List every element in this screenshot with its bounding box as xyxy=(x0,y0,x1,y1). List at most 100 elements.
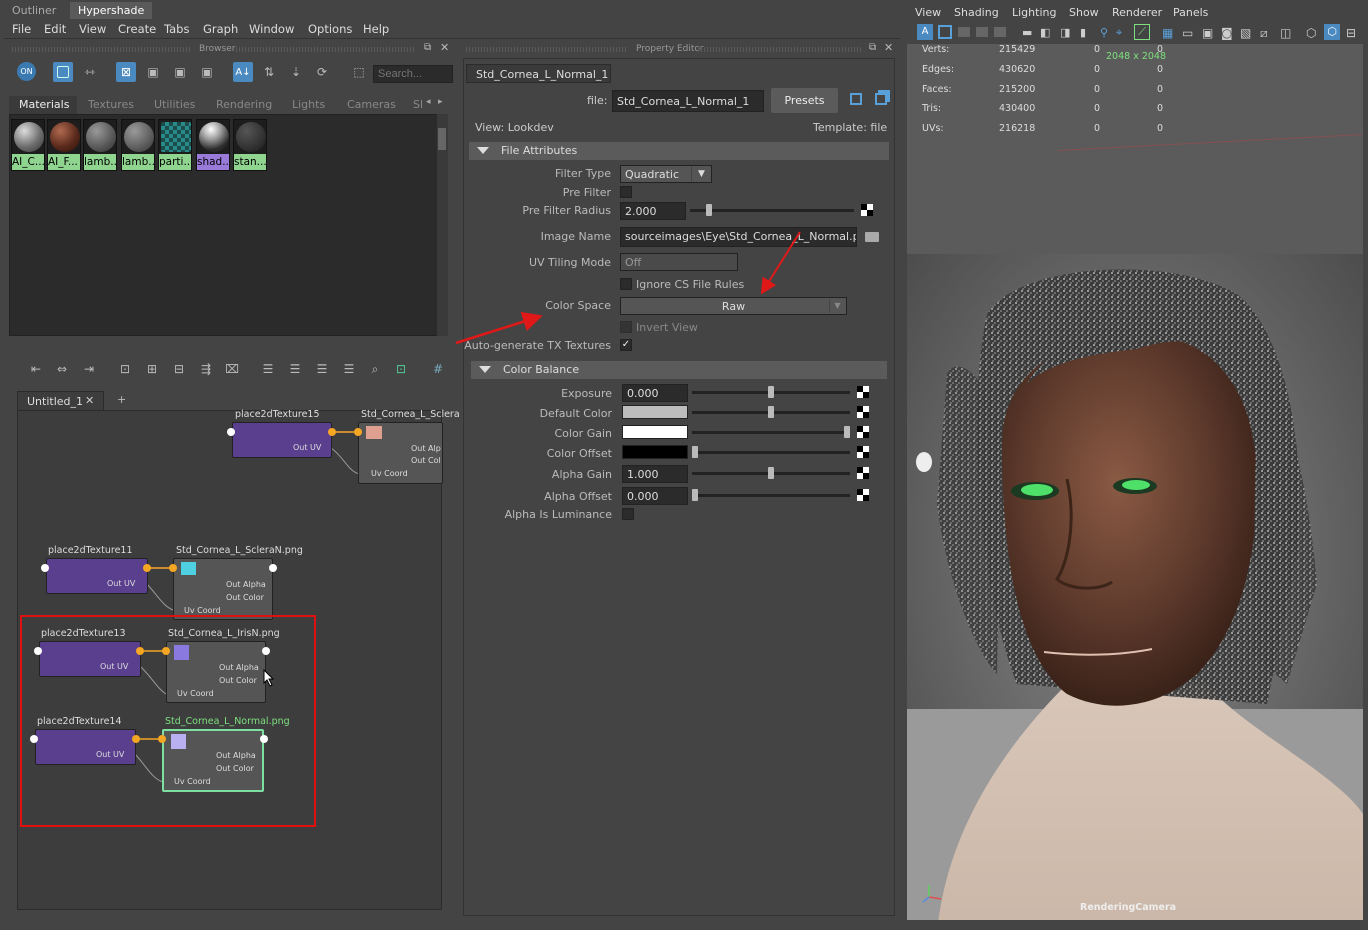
tab-cameras[interactable]: Cameras xyxy=(347,98,396,111)
folder-icon[interactable] xyxy=(865,232,879,242)
connected-mode-icon[interactable]: ☰ xyxy=(285,359,305,379)
slider-knob[interactable] xyxy=(768,406,774,418)
add-selected-icon[interactable]: ⊞ xyxy=(142,359,162,379)
search-icon[interactable]: ⌕ xyxy=(365,359,385,379)
pe-drag-bar-right[interactable] xyxy=(698,47,863,52)
tab-rendering[interactable]: Rendering xyxy=(216,98,272,111)
node-file-sclera-normal[interactable]: Out Alpha Out Color Uv Coord xyxy=(173,558,273,620)
slider-knob[interactable] xyxy=(768,467,774,479)
copy-tab-icon[interactable] xyxy=(875,93,887,105)
focus-icon[interactable] xyxy=(850,93,862,105)
film-gate-icon[interactable]: ▬ xyxy=(1022,26,1032,39)
close-tab-icon[interactable]: ✕ xyxy=(85,394,94,407)
wireframe-icon[interactable]: ⟋ xyxy=(1134,24,1150,40)
menu-file[interactable]: File xyxy=(12,22,31,36)
node-output-port[interactable] xyxy=(143,564,151,572)
material-swatch[interactable]: shad... xyxy=(196,119,230,171)
vp-menu-renderer[interactable]: Renderer xyxy=(1112,6,1162,19)
browser-drag-bar[interactable] xyxy=(12,47,192,52)
menu-create[interactable]: Create xyxy=(118,22,156,36)
io-connections-icon[interactable]: ⇔ xyxy=(52,359,72,379)
color-gain-swatch[interactable] xyxy=(622,425,688,439)
isolate-icon[interactable]: ◫ xyxy=(1280,26,1291,40)
map-button-icon[interactable] xyxy=(857,489,869,501)
xray-icon[interactable]: ⬡ xyxy=(1306,26,1316,40)
menu-help[interactable]: Help xyxy=(363,22,389,36)
vp-menu-view[interactable]: View xyxy=(915,6,941,19)
menu-tabs[interactable]: Tabs xyxy=(164,22,189,36)
tab-materials[interactable]: Materials xyxy=(19,98,69,111)
remove-selected-icon[interactable]: ⊟ xyxy=(169,359,189,379)
safe-action-icon[interactable]: ⚲ xyxy=(1100,26,1108,39)
node-input-port[interactable] xyxy=(41,564,49,572)
medium-swatch-icon[interactable]: ▣ xyxy=(143,62,163,82)
node-input-port[interactable] xyxy=(169,564,177,572)
view-as-icons-icon[interactable] xyxy=(53,62,73,82)
menu-options[interactable]: Options xyxy=(308,22,352,36)
vp-menu-panels[interactable]: Panels xyxy=(1173,6,1208,19)
material-swatch[interactable]: lamb... xyxy=(83,119,117,171)
map-button-icon[interactable] xyxy=(861,204,873,216)
tab-overflow[interactable]: Sl xyxy=(413,98,423,111)
scrollbar-thumb[interactable] xyxy=(438,128,446,150)
map-button-icon[interactable] xyxy=(857,426,869,438)
alpha-offset-slider[interactable] xyxy=(692,494,850,497)
frame-all-icon[interactable]: ⊡ xyxy=(115,359,135,379)
alpha-gain-field[interactable]: 1.000 xyxy=(622,465,688,483)
slider-knob[interactable] xyxy=(768,386,774,398)
custom-mode-icon[interactable]: ☰ xyxy=(339,359,359,379)
smooth-shade-icon[interactable]: ▭ xyxy=(1182,26,1193,40)
map-button-icon[interactable] xyxy=(857,406,869,418)
more-icon[interactable]: ⊟ xyxy=(1346,26,1356,40)
output-connections-icon[interactable]: ⇥ xyxy=(79,359,99,379)
snapshot-icon[interactable]: ⊡ xyxy=(391,359,411,379)
input-connections-icon[interactable]: ⇤ xyxy=(26,359,46,379)
exposure-field[interactable]: 0.000 xyxy=(622,384,688,402)
sort-by-time-icon[interactable]: ⇣ xyxy=(286,62,306,82)
material-swatch[interactable]: stan... xyxy=(233,119,267,171)
pre-filter-radius-slider[interactable] xyxy=(690,209,854,212)
tab-utilities[interactable]: Utilities xyxy=(154,98,195,111)
slider-knob[interactable] xyxy=(692,446,698,458)
viewport-3d[interactable]: Verts: 215429 0 0 2048 x 2048 Edges: 430… xyxy=(907,44,1363,920)
close-icon[interactable]: ✕ xyxy=(440,41,449,54)
map-button-icon[interactable] xyxy=(857,386,869,398)
ambient-occlusion-icon[interactable]: ⧄ xyxy=(1260,26,1268,41)
full-mode-icon[interactable]: ☰ xyxy=(312,359,332,379)
node-output-port[interactable] xyxy=(269,564,277,572)
color-balance-section[interactable]: Color Balance xyxy=(471,361,887,379)
presets-button[interactable]: Presets xyxy=(771,88,838,113)
gate-mask-icon[interactable]: ◨ xyxy=(1060,26,1070,39)
safe-title-icon[interactable]: ⌖ xyxy=(1116,26,1122,40)
field-chart-icon[interactable]: ▮ xyxy=(1080,26,1086,39)
small-swatch-icon[interactable]: ⊠ xyxy=(116,62,136,82)
material-swatch[interactable]: AI_C... xyxy=(11,119,45,171)
slider-knob[interactable] xyxy=(692,489,698,501)
image-plane-icon[interactable] xyxy=(976,27,988,37)
vp-menu-lighting[interactable]: Lighting xyxy=(1012,6,1056,19)
tab-outliner[interactable]: Outliner xyxy=(4,2,64,19)
node-output-port[interactable] xyxy=(328,428,336,436)
xl-swatch-icon[interactable]: ▣ xyxy=(197,62,217,82)
material-swatch[interactable]: parti... xyxy=(158,119,192,171)
graph-tab-untitled[interactable]: Untitled_1 ✕ xyxy=(17,391,104,410)
sort-by-name-icon[interactable]: A↓ xyxy=(233,62,253,82)
large-swatch-icon[interactable]: ▣ xyxy=(170,62,190,82)
filter-type-dropdown[interactable]: Quadratic ▼ xyxy=(620,165,712,183)
pe-node-tab[interactable]: Std_Cornea_L_Normal_1 xyxy=(466,64,611,83)
pre-filter-radius-field[interactable]: 2.000 xyxy=(620,202,686,220)
grid-icon[interactable]: # xyxy=(428,359,448,379)
slider-knob[interactable] xyxy=(844,426,850,438)
node-place2dtexture15[interactable]: Out UV xyxy=(232,422,332,458)
color-offset-swatch[interactable] xyxy=(622,445,688,459)
node-input-port[interactable] xyxy=(354,428,362,436)
color-offset-slider[interactable] xyxy=(692,451,850,454)
tab-textures[interactable]: Textures xyxy=(88,98,134,111)
float-icon[interactable]: ⧉ xyxy=(424,42,431,53)
node-place2dtexture11[interactable]: Out UV xyxy=(46,558,148,594)
pe-close-icon[interactable]: ✕ xyxy=(884,41,893,54)
selection-icon[interactable]: ⬚ xyxy=(349,62,369,82)
refresh-icon[interactable]: ⟳ xyxy=(312,62,332,82)
tab-hypershade[interactable]: Hypershade xyxy=(70,2,153,19)
node-file-sclera[interactable]: Out Alp Out Col Uv Coord xyxy=(358,422,443,484)
